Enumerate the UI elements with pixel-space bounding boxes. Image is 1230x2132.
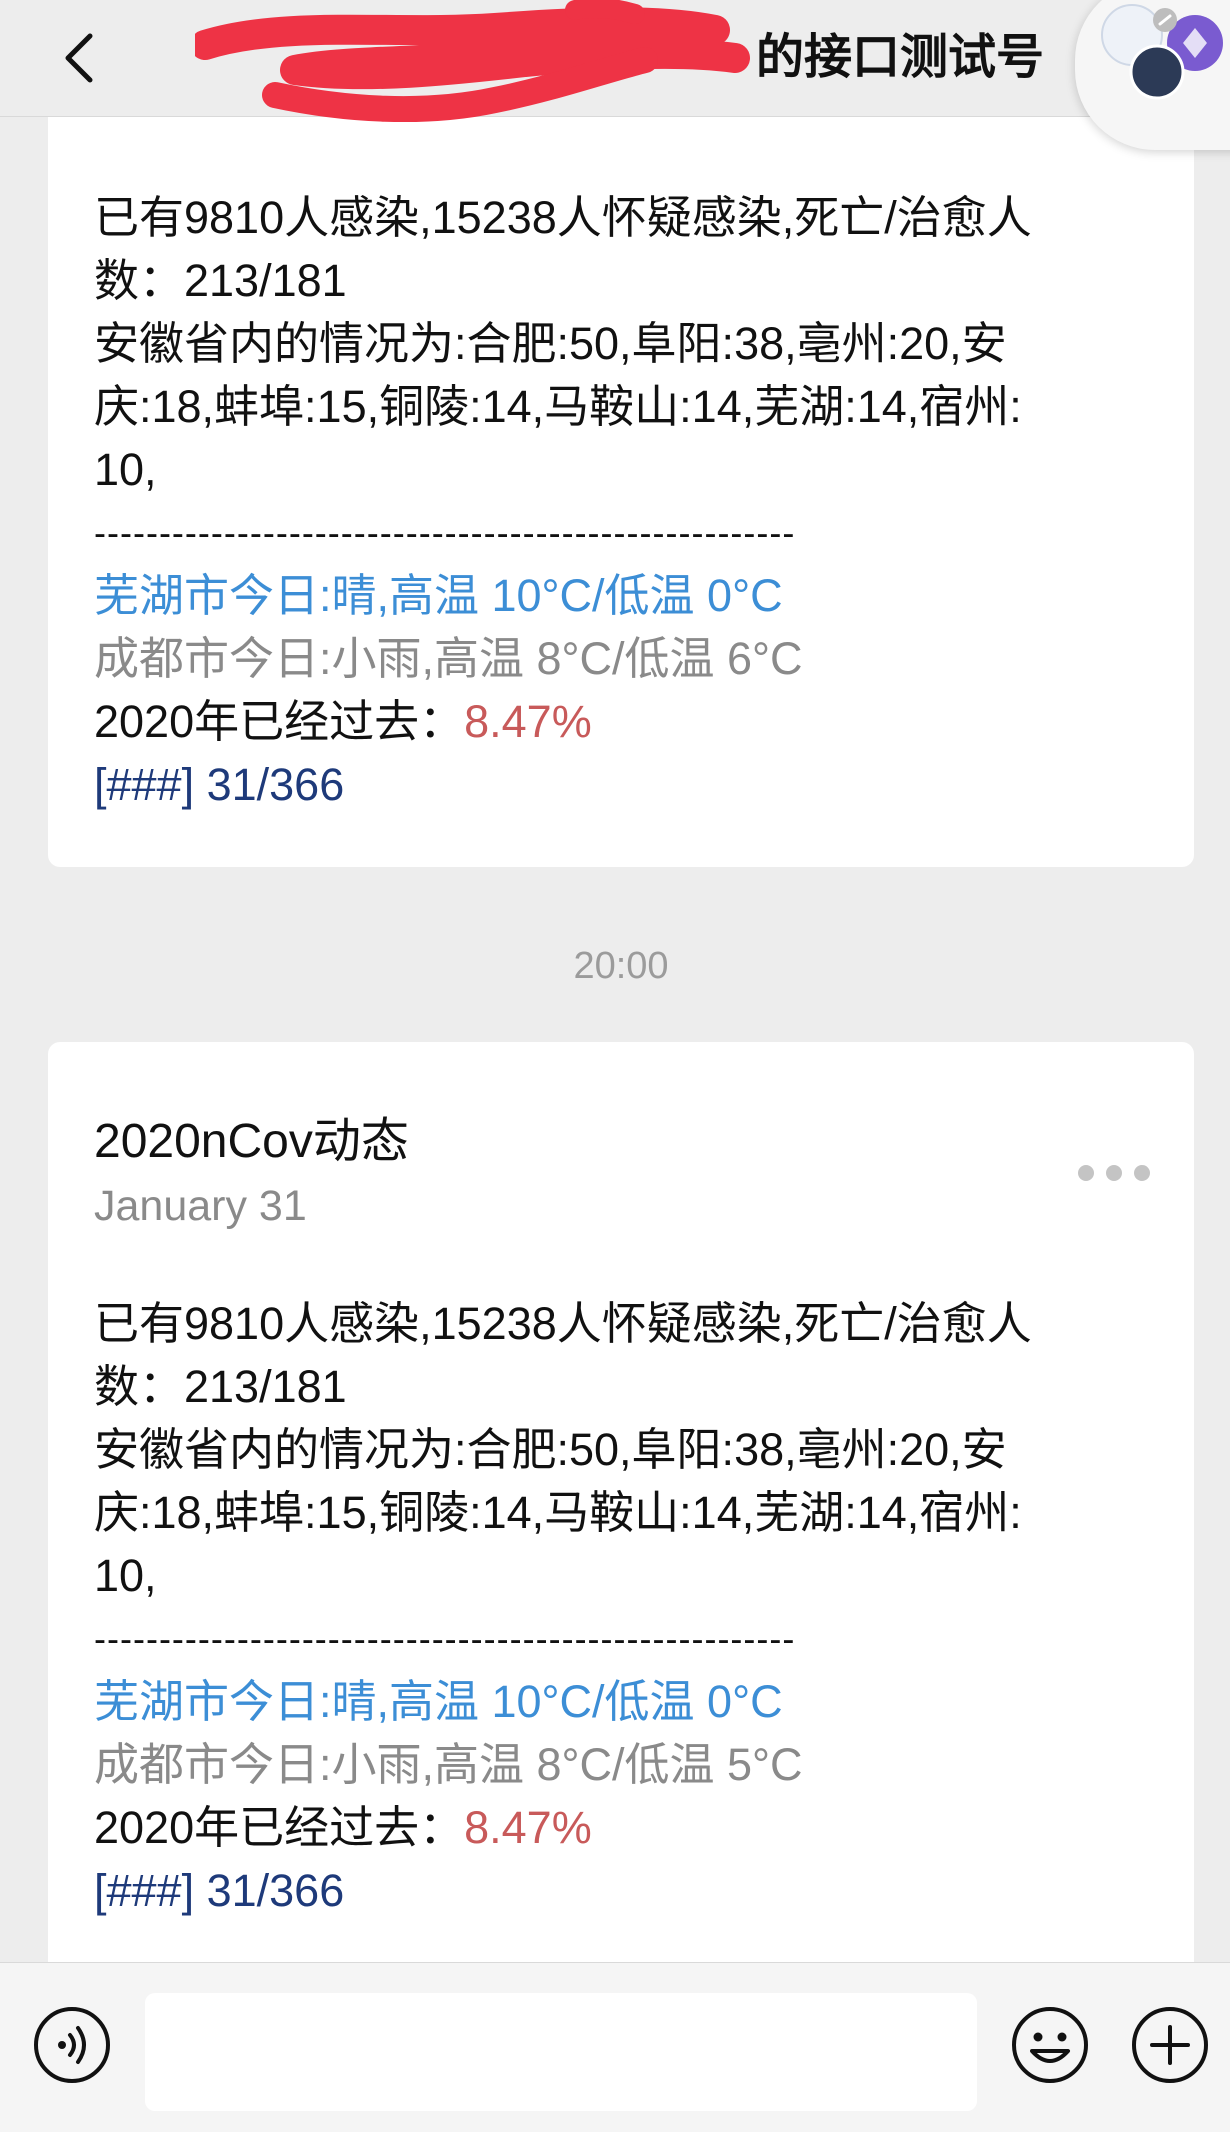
more-functions-button[interactable]	[1130, 2005, 1210, 2085]
body-line: 已有9810人感染,15238人怀疑感染,死亡/治愈人	[94, 1298, 1032, 1349]
more-dots-icon	[1078, 1165, 1094, 1181]
back-button[interactable]	[50, 18, 110, 98]
body-line: 10,	[94, 1550, 157, 1601]
chat-input-bar	[0, 1962, 1230, 2132]
message-card[interactable]: 已有9810人感染,15238人怀疑感染,死亡/治愈人 数：213/181 安徽…	[48, 60, 1194, 867]
year-progress-line: 2020年已经过去：8.47%	[94, 690, 1032, 753]
year-passed-label: 2020年已经过去：	[94, 1802, 465, 1853]
progress-count: ] 31/366	[181, 1865, 345, 1916]
progress-count: ] 31/366	[181, 759, 345, 810]
body-line: 数：213/181	[94, 255, 347, 306]
weather-wuhu: 芜湖市今日:晴,高温 10°C/低温 0°C	[94, 570, 783, 621]
message-input[interactable]	[145, 1993, 977, 2111]
year-passed-value: 8.47%	[464, 1802, 592, 1853]
progress-bar-text: [###] 31/366	[94, 753, 1032, 816]
year-passed-label: 2020年已经过去：	[94, 696, 465, 747]
body-line: 已有9810人感染,15238人怀疑感染,死亡/治愈人	[94, 192, 1032, 243]
floating-avatar-icon	[1101, 4, 1223, 100]
divider-text: ----------------------------------------…	[94, 1618, 796, 1659]
message-body: 已有9810人感染,15238人怀疑感染,死亡/治愈人 数：213/181 安徽…	[94, 1292, 1032, 1922]
message-timestamp: 20:00	[573, 945, 669, 987]
year-progress-line: 2020年已经过去：8.47%	[94, 1796, 1032, 1859]
progress-bar: [###	[94, 759, 182, 810]
progress-bar: [###	[94, 1865, 182, 1916]
weather-chengdu: 成都市今日:小雨,高温 8°C/低温 6°C	[94, 633, 803, 684]
body-line: 庆:18,蚌埠:15,铜陵:14,马鞍山:14,芜湖:14,宿州:	[94, 381, 1022, 432]
body-line: 数：213/181	[94, 1361, 347, 1412]
body-line: 安徽省内的情况为:合肥:50,阜阳:38,亳州:20,安	[94, 1424, 1007, 1475]
message-body: 已有9810人感染,15238人怀疑感染,死亡/治愈人 数：213/181 安徽…	[94, 186, 1032, 816]
body-line: 10,	[94, 444, 157, 495]
divider-text: ----------------------------------------…	[94, 512, 796, 553]
plus-icon	[1132, 2007, 1208, 2083]
body-line: 庆:18,蚌埠:15,铜陵:14,马鞍山:14,芜湖:14,宿州:	[94, 1487, 1022, 1538]
message-card[interactable]: 2020nCov动态 January 31 已有9810人感染,15238人怀疑…	[48, 1042, 1194, 2042]
more-dots-icon	[1106, 1165, 1122, 1181]
more-button[interactable]	[1078, 1158, 1150, 1188]
weather-wuhu: 芜湖市今日:晴,高温 10°C/低温 0°C	[94, 1676, 783, 1727]
card-title: 2020nCov动态	[94, 1115, 409, 1168]
weather-chengdu: 成都市今日:小雨,高温 8°C/低温 5°C	[94, 1739, 803, 1790]
voice-icon	[34, 2007, 110, 2083]
chat-title-text: 的接口测试号	[755, 29, 1044, 85]
floating-window-bubble[interactable]	[1075, 0, 1230, 150]
card-date: January 31	[94, 1182, 307, 1230]
progress-bar-text: [###] 31/366	[94, 1859, 1032, 1922]
more-dots-icon	[1134, 1165, 1150, 1181]
emoji-button[interactable]	[1010, 2005, 1090, 2085]
chevron-left-icon	[65, 33, 93, 83]
voice-button[interactable]	[32, 2005, 112, 2085]
emoji-icon	[1012, 2007, 1088, 2083]
body-line: 安徽省内的情况为:合肥:50,阜阳:38,亳州:20,安	[94, 318, 1007, 369]
redaction-scribble	[195, 0, 750, 123]
year-passed-value: 8.47%	[464, 696, 592, 747]
